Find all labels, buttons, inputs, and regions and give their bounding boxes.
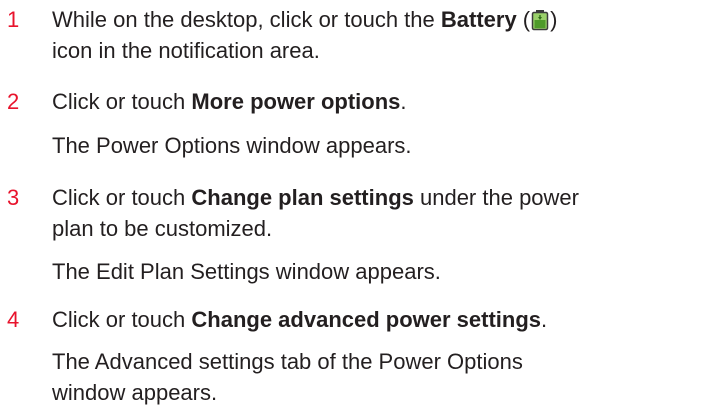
step-text-prefix: Click or touch [52,89,192,114]
change-plan-settings-term: Change plan settings [191,185,414,210]
step-number: 2 [7,89,20,114]
step-4-result-line1: The Advanced settings tab of the Power O… [52,349,523,374]
step-text-line2: plan to be customized. [52,216,273,241]
step-number: 3 [7,185,20,210]
paren-close: ) [550,7,558,32]
change-advanced-power-settings-term: Change advanced power settings [191,307,542,332]
battery-term: Battery [440,7,517,32]
step-text-prefix: Click or touch [52,185,192,210]
step-2-result: The Power Options window appears. [52,133,412,158]
battery-icon [530,8,550,31]
step-text: Click or touch More power options. [52,86,722,117]
step-text: Click or touch Change plan settings unde… [52,182,722,244]
step-text-line2: icon in the notification area. [52,38,320,63]
step-text-suffix: . [541,307,548,332]
step-4-result-line2: window appears. [52,380,218,405]
instruction-document: 1 While on the desktop, click or touch t… [0,0,722,405]
step-text: While on the desktop, click or touch the… [52,4,722,66]
step-4-result: The Advanced settings tab of the Power O… [52,346,523,408]
step-text-suffix: under the power [413,185,579,210]
step-number: 1 [7,7,20,32]
step-3-result: The Edit Plan Settings window appears. [52,259,441,284]
step-text-prefix: While on the desktop, click or touch the [52,7,441,32]
step-text-suffix: . [400,89,407,114]
step-text-prefix: Click or touch [52,307,192,332]
step-text: Click or touch Change advanced power set… [52,304,722,335]
more-power-options-term: More power options [191,89,401,114]
step-number: 4 [7,307,20,332]
paren-open: ( [516,7,531,32]
